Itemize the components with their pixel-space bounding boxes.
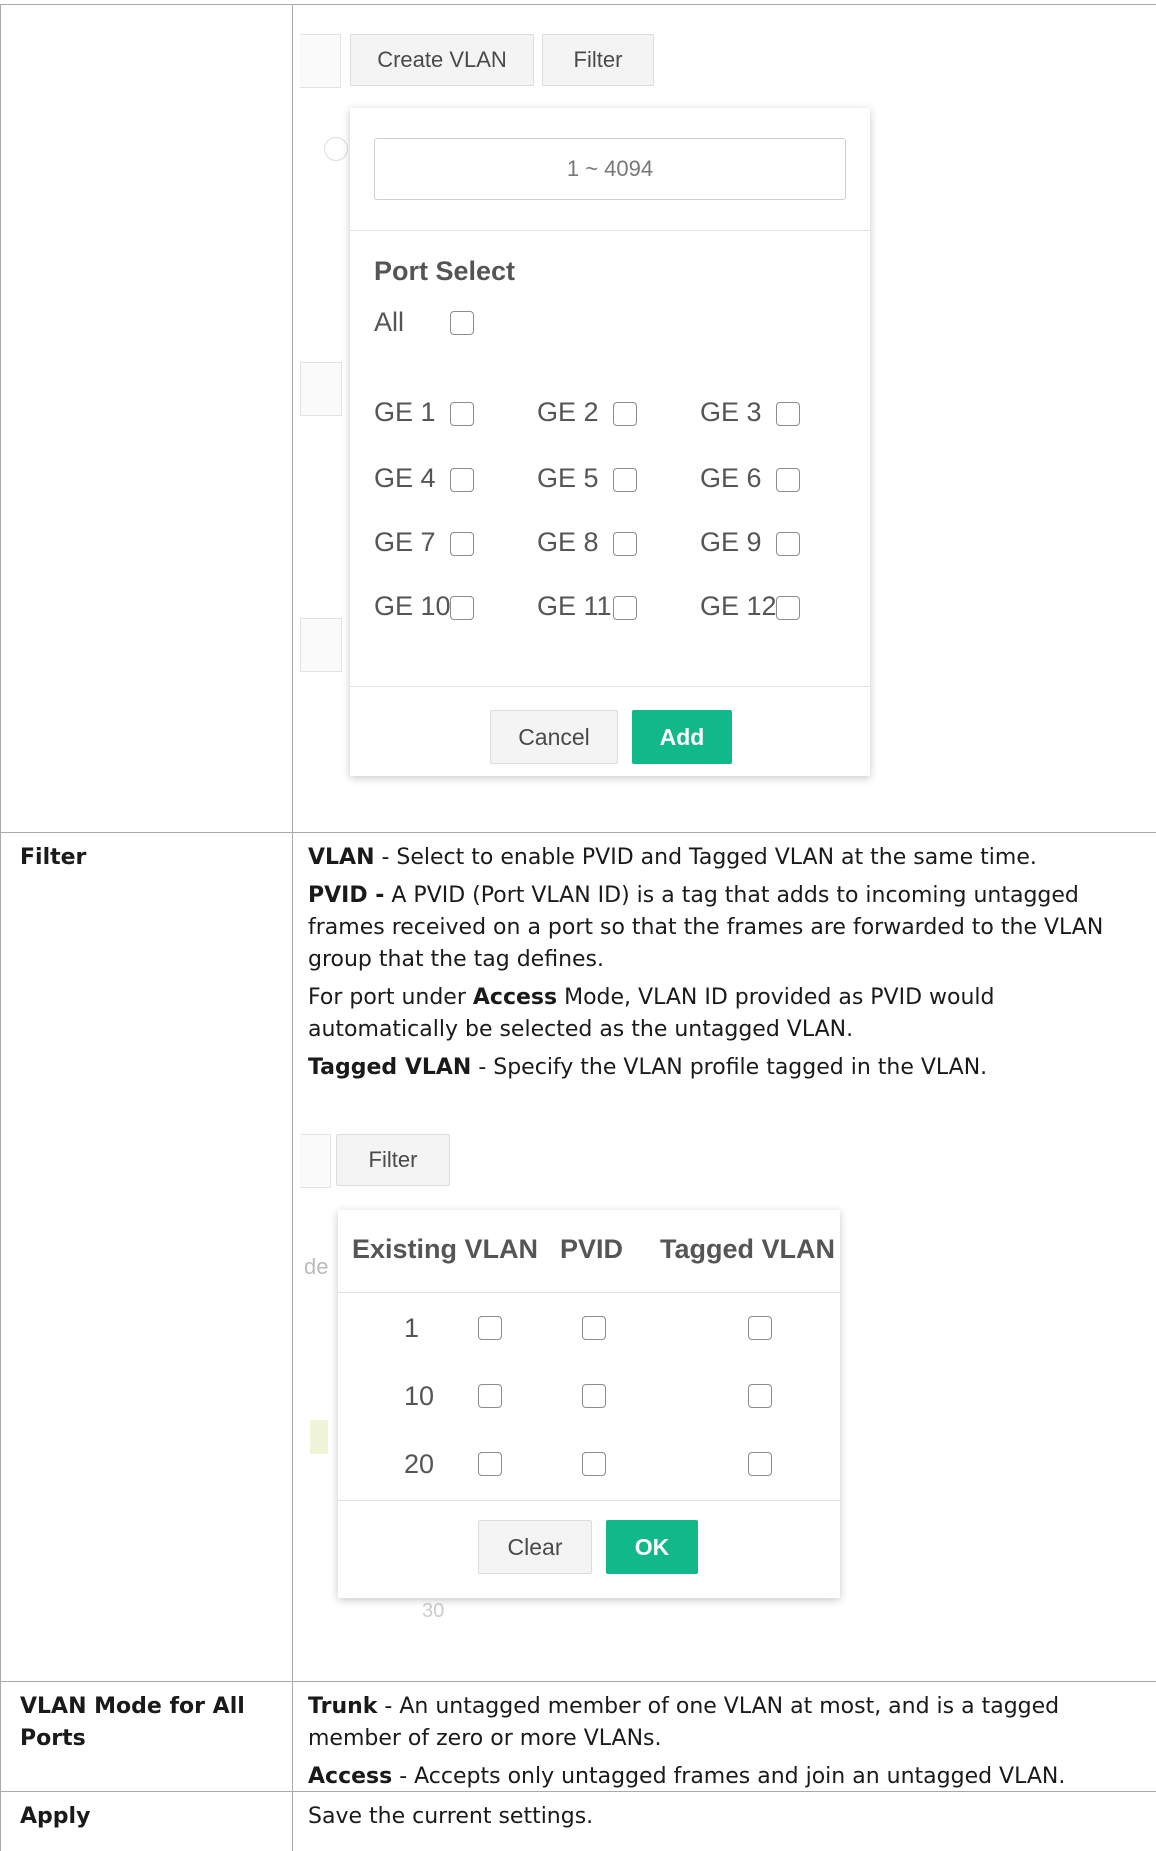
clear-button[interactable]: Clear	[478, 1520, 592, 1574]
port-label: GE 5	[537, 463, 599, 493]
ok-button[interactable]: OK	[606, 1520, 698, 1574]
filter-button[interactable]: Filter	[542, 34, 654, 86]
port-label: GE 6	[700, 463, 762, 493]
tagged-vlan-checkbox[interactable]	[748, 1316, 772, 1340]
port-checkbox[interactable]	[450, 532, 474, 556]
documentation-table: Create VLAN Filter 1 ~ 4094 Port Select …	[0, 0, 1156, 1851]
tagged-vlan-checkbox[interactable]	[748, 1452, 772, 1476]
port-label: GE 1	[374, 397, 436, 427]
row-border	[0, 1681, 1156, 1682]
port-label: GE 2	[537, 397, 599, 427]
ghost-input	[300, 34, 341, 88]
row-label-vlan-mode: VLAN Mode for All Ports	[20, 1694, 245, 1751]
desc-paragraph: Tagged VLAN - Specify the VLAN profile t…	[308, 1052, 1128, 1084]
term: PVID -	[308, 883, 385, 908]
col-header-pvid: PVID	[560, 1234, 624, 1264]
vlan-mode-description: Trunk - An untagged member of one VLAN a…	[308, 1691, 1128, 1799]
vlan-checkbox[interactable]	[478, 1452, 502, 1476]
col-header-tagged-vlan: Tagged VLAN	[660, 1234, 835, 1264]
desc-text: A PVID (Port VLAN ID) is a tag that adds…	[308, 883, 1104, 972]
desc-paragraph: For port under Access Mode, VLAN ID prov…	[308, 982, 1128, 1046]
port-checkbox[interactable]	[776, 468, 800, 492]
divider	[338, 1500, 840, 1501]
port-checkbox[interactable]	[776, 596, 800, 620]
pvid-checkbox[interactable]	[582, 1452, 606, 1476]
port-checkbox[interactable]	[613, 402, 637, 426]
term: Trunk	[308, 1694, 378, 1719]
ghost-text: 30	[422, 1600, 445, 1622]
port-label: GE 10	[374, 591, 451, 621]
desc-text: - Accepts only untagged frames and join …	[392, 1764, 1066, 1789]
term: Access	[472, 985, 558, 1010]
desc-paragraph: PVID - A PVID (Port VLAN ID) is a tag th…	[308, 880, 1128, 976]
ghost-input	[300, 1134, 331, 1188]
ghost-text: de	[304, 1254, 329, 1279]
pvid-checkbox[interactable]	[582, 1384, 606, 1408]
create-vlan-button[interactable]: Create VLAN	[350, 34, 534, 86]
filter-popup: Existing VLAN PVID Tagged VLAN 1 10 20 C…	[338, 1210, 840, 1598]
port-label: GE 9	[700, 527, 762, 557]
create-vlan-popup: 1 ~ 4094 Port Select All GE 1 GE 2 GE 3 …	[350, 108, 870, 776]
term: Access	[308, 1764, 393, 1789]
port-checkbox[interactable]	[450, 468, 474, 492]
col-header-existing-vlan: Existing VLAN	[352, 1234, 539, 1264]
desc-paragraph: Access - Accepts only untagged frames an…	[308, 1761, 1128, 1793]
port-label: GE 8	[537, 527, 599, 557]
vlan-id: 10	[404, 1381, 435, 1411]
filter-button[interactable]: Filter	[336, 1134, 450, 1186]
desc-paragraph: VLAN - Select to enable PVID and Tagged …	[308, 842, 1128, 874]
divider	[338, 1292, 840, 1293]
port-checkbox[interactable]	[776, 532, 800, 556]
port-select-title: Port Select	[374, 256, 516, 286]
port-label: GE 7	[374, 527, 436, 557]
apply-description: Save the current settings.	[308, 1801, 1128, 1839]
table-border-left	[0, 4, 1, 1851]
port-label: GE 3	[700, 397, 762, 427]
desc-paragraph: Save the current settings.	[308, 1804, 594, 1829]
desc-paragraph: Trunk - An untagged member of one VLAN a…	[308, 1691, 1128, 1755]
ghost-highlight	[310, 1420, 328, 1454]
port-checkbox[interactable]	[613, 596, 637, 620]
column-divider	[292, 4, 293, 1851]
port-label: GE 11	[537, 591, 612, 621]
divider	[350, 686, 870, 687]
term: Tagged VLAN	[308, 1055, 472, 1080]
row-label-apply: Apply	[20, 1804, 91, 1829]
ghost-select	[300, 618, 342, 672]
create-vlan-screenshot: Create VLAN Filter 1 ~ 4094 Port Select …	[300, 10, 1156, 810]
filter-screenshot: Filter de 30 Existing VLAN PVID Tagged V…	[300, 1128, 860, 1628]
term: VLAN	[308, 845, 375, 870]
port-checkbox[interactable]	[613, 468, 637, 492]
port-label: GE 4	[374, 463, 436, 493]
vlan-checkbox[interactable]	[478, 1316, 502, 1340]
port-checkbox[interactable]	[450, 596, 474, 620]
divider	[350, 230, 870, 231]
port-checkbox[interactable]	[613, 532, 637, 556]
ghost-select	[300, 362, 342, 416]
row-border	[0, 832, 1156, 833]
ghost-radio	[324, 137, 348, 161]
pvid-checkbox[interactable]	[582, 1316, 606, 1340]
vlan-id: 20	[404, 1449, 435, 1479]
desc-text: For port under	[308, 985, 473, 1010]
port-checkbox[interactable]	[450, 402, 474, 426]
filter-description: VLAN - Select to enable PVID and Tagged …	[308, 842, 1128, 1090]
tagged-vlan-checkbox[interactable]	[748, 1384, 772, 1408]
desc-text: - Specify the VLAN profile tagged in the…	[471, 1055, 988, 1080]
all-label: All	[374, 307, 405, 337]
row-label-filter: Filter	[20, 845, 87, 870]
vlan-range-value: 1 ~ 4094	[566, 156, 654, 181]
all-checkbox[interactable]	[450, 311, 474, 335]
vlan-range-input[interactable]: 1 ~ 4094	[374, 138, 846, 200]
cancel-button[interactable]: Cancel	[490, 710, 618, 764]
port-checkbox[interactable]	[776, 402, 800, 426]
desc-text: - Select to enable PVID and Tagged VLAN …	[374, 845, 1037, 870]
desc-text: - An untagged member of one VLAN at most…	[308, 1694, 1060, 1751]
port-label: GE 12	[700, 591, 777, 621]
row-border	[0, 4, 1156, 5]
add-button[interactable]: Add	[632, 710, 732, 764]
vlan-id: 1	[404, 1313, 420, 1343]
vlan-checkbox[interactable]	[478, 1384, 502, 1408]
